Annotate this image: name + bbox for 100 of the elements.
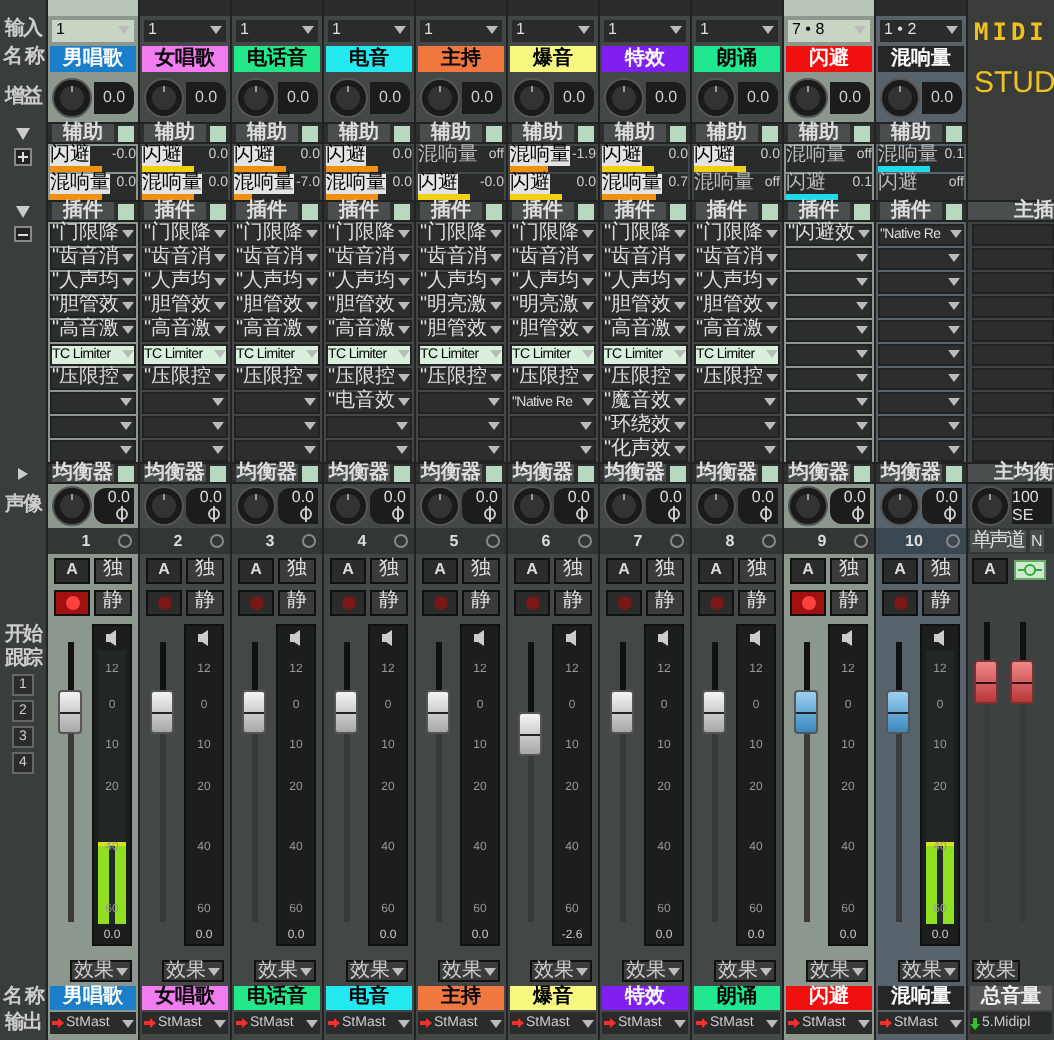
fader-thumb[interactable]	[242, 690, 266, 734]
phase-icon[interactable]	[758, 506, 774, 522]
empty-insert-slot[interactable]	[50, 415, 136, 437]
input-dropdown[interactable]: 1	[236, 19, 318, 41]
speaker-icon[interactable]	[474, 630, 486, 646]
input-dropdown[interactable]: 1	[420, 19, 502, 41]
aux-header[interactable]: 辅助	[788, 124, 850, 142]
effects-button[interactable]: 效果	[806, 960, 868, 982]
input-dropdown[interactable]: 1 • 2	[880, 19, 962, 41]
insert-slot[interactable]: "压限控	[142, 367, 228, 389]
insert-slot[interactable]: "齿音消	[418, 247, 504, 269]
insert-slot[interactable]: "人声均	[418, 271, 504, 293]
eq-header[interactable]: 均衡器	[788, 464, 850, 482]
speaker-icon[interactable]	[566, 630, 578, 646]
insert-slot[interactable]: "齿音消	[142, 247, 228, 269]
insert-slot[interactable]: "人声均	[142, 271, 228, 293]
aux-header[interactable]: 辅助	[328, 124, 390, 142]
eq-header[interactable]: 均衡器	[420, 464, 482, 482]
insert-slot[interactable]: "魔音效	[602, 391, 688, 413]
insert-slot[interactable]: "高音激	[142, 319, 228, 341]
effects-button[interactable]: 效果	[346, 960, 408, 982]
empty-insert-slot[interactable]	[234, 439, 320, 461]
insert-slot[interactable]: "齿音消	[50, 247, 136, 269]
insert-slot[interactable]: "压限控	[326, 367, 412, 389]
inserts-header[interactable]: 插件	[52, 202, 114, 220]
gain-knob[interactable]	[788, 77, 828, 117]
empty-insert-slot[interactable]	[786, 415, 872, 437]
insert-slot[interactable]: "化声效	[602, 439, 688, 461]
empty-insert-slot[interactable]	[142, 415, 228, 437]
gain-knob[interactable]	[52, 77, 92, 117]
toggle-indicator[interactable]	[486, 125, 502, 141]
insert-slot[interactable]: "压限控	[418, 367, 504, 389]
toggle-indicator[interactable]	[946, 125, 962, 141]
empty-insert-slot[interactable]	[50, 439, 136, 461]
phase-icon[interactable]	[850, 506, 866, 522]
insert-slot[interactable]: "胆管效	[142, 295, 228, 317]
insert-slot[interactable]: "齿音消	[326, 247, 412, 269]
input-dropdown[interactable]: 1	[328, 19, 410, 41]
fader-thumb[interactable]	[702, 690, 726, 734]
toggle-indicator[interactable]	[946, 465, 962, 481]
toggle-indicator[interactable]	[578, 203, 594, 219]
mute-button[interactable]: 静	[922, 589, 960, 615]
automation-button[interactable]: A	[514, 557, 550, 583]
insert-slot[interactable]: "电音效	[326, 391, 412, 413]
toggle-indicator[interactable]	[302, 465, 318, 481]
speaker-icon[interactable]	[934, 630, 946, 646]
speaker-icon[interactable]	[198, 630, 210, 646]
add-send-icon[interactable]	[14, 148, 32, 166]
insert-slot[interactable]: "高音激	[694, 319, 780, 341]
record-button[interactable]	[790, 589, 826, 615]
effects-button[interactable]: 效果	[622, 960, 684, 982]
automation-button[interactable]: A	[238, 557, 274, 583]
gain-knob[interactable]	[880, 77, 920, 117]
toggle-indicator[interactable]	[946, 203, 962, 219]
inserts-header[interactable]: 插件	[144, 202, 206, 220]
toggle-indicator[interactable]	[854, 465, 870, 481]
empty-insert-slot[interactable]	[418, 391, 504, 413]
input-dropdown[interactable]: 7 • 8	[788, 19, 870, 41]
pan-knob[interactable]	[52, 486, 92, 526]
insert-slot[interactable]: "人声均	[326, 271, 412, 293]
fader-thumb[interactable]	[794, 690, 818, 734]
eq-header[interactable]: 均衡器	[144, 464, 206, 482]
pan-mode[interactable]: SE	[1012, 506, 1052, 524]
toggle-indicator[interactable]	[670, 465, 686, 481]
solo-button[interactable]: 独	[738, 557, 776, 583]
fader-thumb[interactable]	[886, 690, 910, 734]
automation-button[interactable]: A	[972, 557, 1008, 583]
mono-button[interactable]: 单声道	[970, 530, 1025, 552]
collapse-arrow-icon[interactable]	[16, 127, 30, 139]
toggle-indicator[interactable]	[302, 203, 318, 219]
insert-slot[interactable]: "人声均	[510, 271, 596, 293]
insert-slot[interactable]: "齿音消	[602, 247, 688, 269]
empty-insert-slot[interactable]	[878, 391, 964, 413]
effects-button[interactable]: 效果	[530, 960, 592, 982]
speaker-icon[interactable]	[106, 630, 118, 646]
aux-header[interactable]: 辅助	[880, 124, 942, 142]
insert-slot[interactable]: "明亮激	[418, 295, 504, 317]
empty-insert-slot[interactable]	[786, 391, 872, 413]
empty-insert-slot[interactable]	[234, 415, 320, 437]
empty-insert-slot[interactable]	[786, 343, 872, 365]
empty-insert-slot[interactable]	[142, 391, 228, 413]
input-dropdown[interactable]: 1	[144, 19, 226, 41]
fader-thumb[interactable]	[58, 690, 82, 734]
eq-header[interactable]: 均衡器	[328, 464, 390, 482]
input-dropdown[interactable]: 1	[604, 19, 686, 41]
insert-slot[interactable]: "胆管效	[50, 295, 136, 317]
insert-slot[interactable]: "高音激	[50, 319, 136, 341]
effects-button[interactable]: 效果	[898, 960, 960, 982]
effects-button[interactable]: 效果	[714, 960, 776, 982]
phase-icon[interactable]	[482, 506, 498, 522]
insert-slot[interactable]: "人声均	[50, 271, 136, 293]
expand-arrow-icon[interactable]	[16, 467, 30, 479]
empty-insert-slot[interactable]	[418, 415, 504, 437]
automation-button[interactable]: A	[606, 557, 642, 583]
phase-icon[interactable]	[298, 506, 314, 522]
mute-button[interactable]: 静	[646, 589, 684, 615]
empty-insert-slot[interactable]	[878, 439, 964, 461]
empty-insert-slot[interactable]	[694, 415, 780, 437]
automation-button[interactable]: A	[146, 557, 182, 583]
empty-insert-slot[interactable]	[786, 247, 872, 269]
